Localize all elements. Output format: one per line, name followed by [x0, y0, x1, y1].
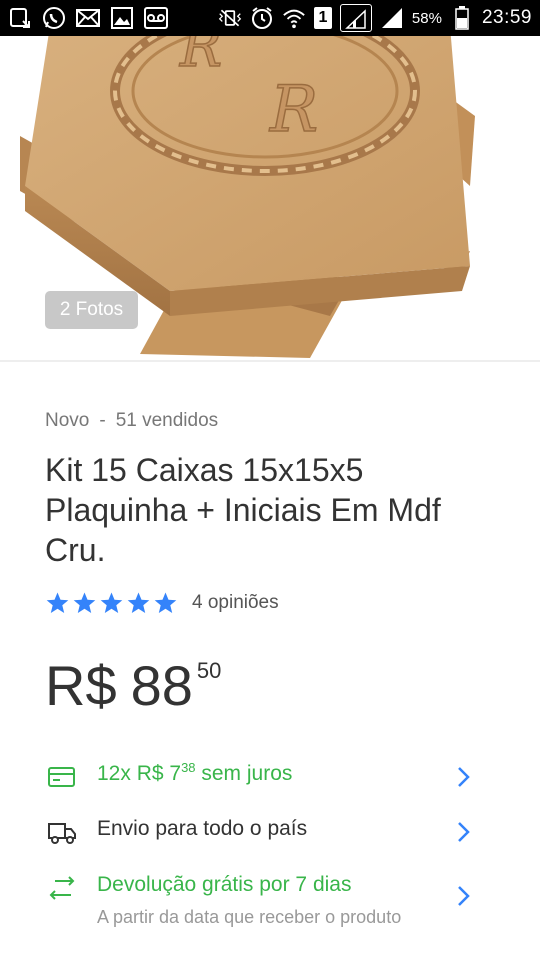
rating-row[interactable]: 4 opiniões [45, 590, 279, 616]
star-icon [154, 592, 177, 613]
installments-suffix: sem juros [201, 762, 293, 785]
gallery-icon [110, 6, 134, 30]
battery-percent: 58% [411, 9, 442, 27]
condition-label: Novo [45, 410, 90, 431]
alarm-icon [250, 6, 274, 30]
sold-count: 51 vendidos [115, 410, 219, 431]
price-currency: R$ [45, 654, 117, 717]
star-icon [127, 592, 150, 613]
price: R$ 88 50 [45, 654, 221, 718]
signal-1-icon [339, 4, 372, 32]
price-integer: 88 [130, 654, 193, 717]
installments-prefix: 12x R$ 7 [97, 762, 182, 785]
clock: 23:59 [481, 7, 532, 28]
installments-row[interactable]: 12x R$ 738 sem juros [0, 758, 540, 798]
signal-2-icon [380, 6, 404, 30]
installments-cents: 38 [181, 760, 196, 775]
email-icon [76, 6, 100, 30]
truck-icon [48, 823, 76, 844]
return-arrow-icon [49, 876, 75, 900]
whatsapp-icon [42, 6, 66, 30]
star-icon [46, 592, 69, 613]
status-bar: 1 58% 23:59 [0, 0, 540, 36]
returns-row[interactable]: Devolução grátis por 7 dias [0, 869, 540, 909]
condition-sold-line: Novo -51 vendidos [45, 410, 218, 432]
reviews-count[interactable]: 4 opiniões [192, 592, 279, 614]
returns-subtext: A partir da data que receber o produto [97, 907, 402, 927]
sim-slot-badge: 1 [313, 7, 332, 29]
chevron-right-icon [458, 886, 470, 906]
credit-card-icon [48, 767, 75, 787]
svg-text:R: R [269, 73, 318, 147]
vibrate-mute-icon [218, 6, 242, 30]
product-title: Kit 15 Caixas 15x15x5 Plaquinha + Inicia… [45, 452, 441, 568]
battery-icon [450, 6, 474, 30]
voicemail-icon [144, 6, 168, 30]
returns-text: Devolução grátis por 7 dias [97, 873, 352, 896]
shipping-text: Envio para todo o país [97, 817, 308, 840]
chevron-right-icon [458, 767, 470, 787]
installments-text: 12x R$ 738 sem juros [97, 760, 293, 786]
star-icon [73, 592, 96, 613]
svg-text:R: R [179, 36, 222, 80]
chevron-right-icon [458, 822, 470, 842]
separator: - [99, 410, 106, 431]
price-cents: 50 [196, 658, 222, 683]
product-photo[interactable]: R R 2 Fotos [0, 36, 540, 362]
download-notification-icon [8, 6, 32, 30]
shipping-row[interactable]: Envio para todo o país [0, 813, 540, 853]
rating-stars [45, 591, 178, 615]
wifi-icon [282, 6, 306, 30]
photos-count-badge[interactable]: 2 Fotos [45, 291, 138, 329]
star-icon [100, 592, 123, 613]
